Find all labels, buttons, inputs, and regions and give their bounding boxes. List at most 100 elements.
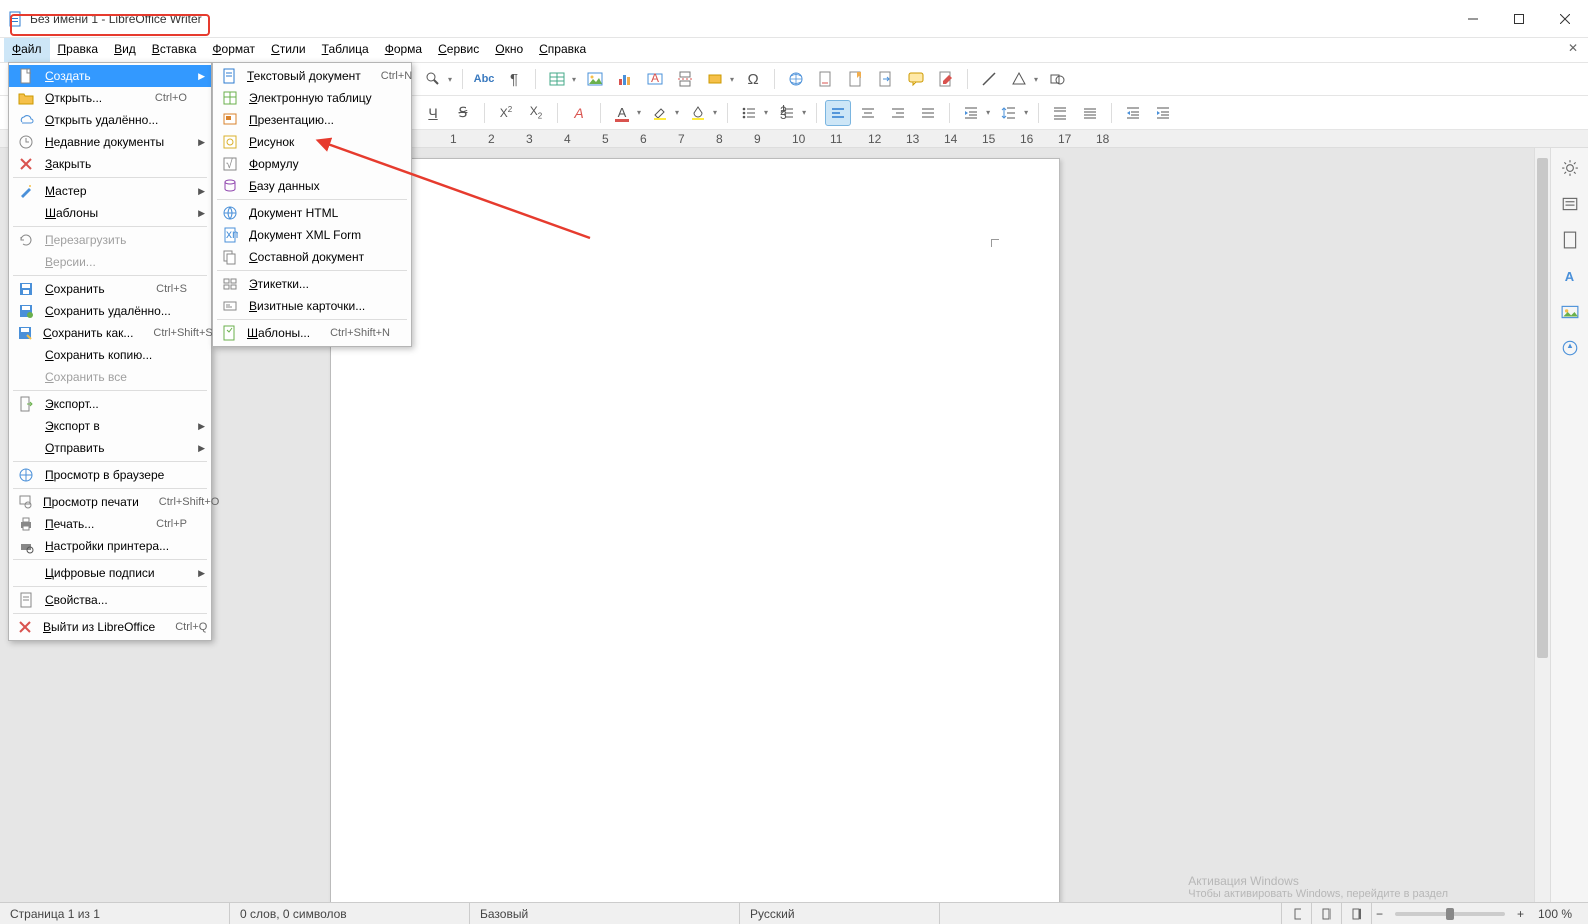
dropdown-icon[interactable]: ▾ <box>637 108 641 117</box>
status-style[interactable]: Базовый <box>470 903 740 924</box>
sidebar-gallery-icon[interactable] <box>1556 298 1584 326</box>
zoom-slider[interactable] <box>1395 912 1505 916</box>
close-window-button[interactable] <box>1542 0 1588 37</box>
search-replace-icon[interactable] <box>420 66 446 92</box>
file-menu-item-24[interactable]: Просмотр печатиCtrl+Shift+O <box>9 491 211 513</box>
hyperlink-icon[interactable] <box>783 66 809 92</box>
file-menu-item-22[interactable]: Просмотр в браузере <box>9 464 211 486</box>
file-menu-item-6[interactable]: Мастер▶ <box>9 180 211 202</box>
file-menu-item-14[interactable]: Сохранить как...Ctrl+Shift+S <box>9 322 211 344</box>
file-menu-item-4[interactable]: Закрыть <box>9 153 211 175</box>
create-menu-item-12[interactable]: Визитные карточки... <box>213 295 411 317</box>
vertical-scrollbar[interactable] <box>1534 148 1550 902</box>
file-menu-item-25[interactable]: Печать...Ctrl+P <box>9 513 211 535</box>
file-menu-item-13[interactable]: Сохранить удалённо... <box>9 300 211 322</box>
document-page[interactable] <box>330 158 1060 902</box>
shapes-icon[interactable] <box>1006 66 1032 92</box>
menu-окно[interactable]: Окно <box>487 38 531 62</box>
file-menu-item-3[interactable]: Недавние документы▶ <box>9 131 211 153</box>
indent-dec-icon[interactable] <box>1120 100 1146 126</box>
sidebar-settings-icon[interactable] <box>1556 154 1584 182</box>
footnote-icon[interactable] <box>813 66 839 92</box>
create-menu-item-4[interactable]: √Формулу <box>213 153 411 175</box>
sidebar-navigator-icon[interactable] <box>1556 334 1584 362</box>
strikethrough-icon[interactable]: Ꞩ <box>450 100 476 126</box>
status-zoom[interactable]: 100 % <box>1528 903 1588 924</box>
image-icon[interactable] <box>582 66 608 92</box>
special-char-icon[interactable]: Ω <box>740 66 766 92</box>
file-menu-item-26[interactable]: Настройки принтера... <box>9 535 211 557</box>
cross-ref-icon[interactable] <box>873 66 899 92</box>
create-menu-item-3[interactable]: Рисунок <box>213 131 411 153</box>
dropdown-icon[interactable]: ▾ <box>675 108 679 117</box>
bookmark-icon[interactable] <box>843 66 869 92</box>
create-menu-item-2[interactable]: Презентацию... <box>213 109 411 131</box>
field-icon[interactable] <box>702 66 728 92</box>
para-spacing-dec-icon[interactable] <box>1077 100 1103 126</box>
superscript-icon[interactable]: X2 <box>493 100 519 126</box>
align-right-icon[interactable] <box>885 100 911 126</box>
create-menu-item-11[interactable]: Этикетки... <box>213 273 411 295</box>
create-menu-item-9[interactable]: Составной документ <box>213 246 411 268</box>
file-menu-item-12[interactable]: СохранитьCtrl+S <box>9 278 211 300</box>
file-menu-item-18[interactable]: Экспорт... <box>9 393 211 415</box>
zoom-out-button[interactable]: − <box>1372 903 1387 924</box>
menu-справка[interactable]: Справка <box>531 38 594 62</box>
menu-форма[interactable]: Форма <box>377 38 430 62</box>
dropdown-icon[interactable]: ▾ <box>448 75 452 84</box>
highlight-icon[interactable] <box>647 100 673 126</box>
track-changes-icon[interactable] <box>933 66 959 92</box>
create-menu-item-8[interactable]: xmlДокумент XML Form <box>213 224 411 246</box>
file-menu-item-32[interactable]: Выйти из LibreOfficeCtrl+Q <box>9 616 211 638</box>
line-icon[interactable] <box>976 66 1002 92</box>
comment-icon[interactable] <box>903 66 929 92</box>
bullets-icon[interactable] <box>736 100 762 126</box>
dropdown-icon[interactable]: ▾ <box>764 108 768 117</box>
line-spacing-icon[interactable] <box>996 100 1022 126</box>
indent-increase-icon[interactable] <box>958 100 984 126</box>
menu-сервис[interactable]: Сервис <box>430 38 487 62</box>
para-spacing-inc-icon[interactable] <box>1047 100 1073 126</box>
font-color-icon[interactable]: A <box>609 100 635 126</box>
file-menu-item-19[interactable]: Экспорт в▶ <box>9 415 211 437</box>
dropdown-icon[interactable]: ▾ <box>802 108 806 117</box>
dropdown-icon[interactable]: ▾ <box>730 75 734 84</box>
maximize-button[interactable] <box>1496 0 1542 37</box>
align-justify-icon[interactable] <box>915 100 941 126</box>
page-break-icon[interactable] <box>672 66 698 92</box>
status-view-book-icon[interactable] <box>1342 903 1372 924</box>
dropdown-icon[interactable]: ▾ <box>1024 108 1028 117</box>
clear-format-icon[interactable]: A <box>566 100 592 126</box>
file-menu-item-0[interactable]: Создать▶ <box>9 65 211 87</box>
file-menu-item-7[interactable]: Шаблоны▶ <box>9 202 211 224</box>
align-center-icon[interactable] <box>855 100 881 126</box>
create-menu-item-14[interactable]: Шаблоны...Ctrl+Shift+N <box>213 322 411 344</box>
dropdown-icon[interactable]: ▾ <box>1034 75 1038 84</box>
menu-таблица[interactable]: Таблица <box>314 38 377 62</box>
create-menu-item-7[interactable]: Документ HTML <box>213 202 411 224</box>
minimize-button[interactable] <box>1450 0 1496 37</box>
create-menu-item-0[interactable]: Текстовый документCtrl+N <box>213 65 411 87</box>
sidebar-styles-icon[interactable]: A <box>1556 262 1584 290</box>
textbox-icon[interactable]: A <box>642 66 668 92</box>
subscript-icon[interactable]: X2 <box>523 100 549 126</box>
file-menu-item-30[interactable]: Свойства... <box>9 589 211 611</box>
status-language[interactable]: Русский <box>740 903 940 924</box>
dropdown-icon[interactable]: ▾ <box>572 75 576 84</box>
pilcrow-icon[interactable]: ¶ <box>501 66 527 92</box>
sidebar-page-icon[interactable] <box>1556 226 1584 254</box>
file-menu-item-1[interactable]: Открыть...Ctrl+O <box>9 87 211 109</box>
menu-файл[interactable]: Файл <box>4 38 50 62</box>
menu-правка[interactable]: Правка <box>50 38 107 62</box>
zoom-in-button[interactable]: + <box>1513 903 1528 924</box>
file-menu-item-28[interactable]: Цифровые подписи▶ <box>9 562 211 584</box>
align-left-icon[interactable] <box>825 100 851 126</box>
file-menu-item-20[interactable]: Отправить▶ <box>9 437 211 459</box>
scrollbar-thumb[interactable] <box>1537 158 1548 658</box>
table-icon[interactable] <box>544 66 570 92</box>
create-menu-item-1[interactable]: Электронную таблицу <box>213 87 411 109</box>
menu-стили[interactable]: Стили <box>263 38 314 62</box>
status-view-multi-icon[interactable] <box>1312 903 1342 924</box>
spellcheck-icon[interactable]: Abc <box>471 66 497 92</box>
file-menu-item-15[interactable]: Сохранить копию... <box>9 344 211 366</box>
